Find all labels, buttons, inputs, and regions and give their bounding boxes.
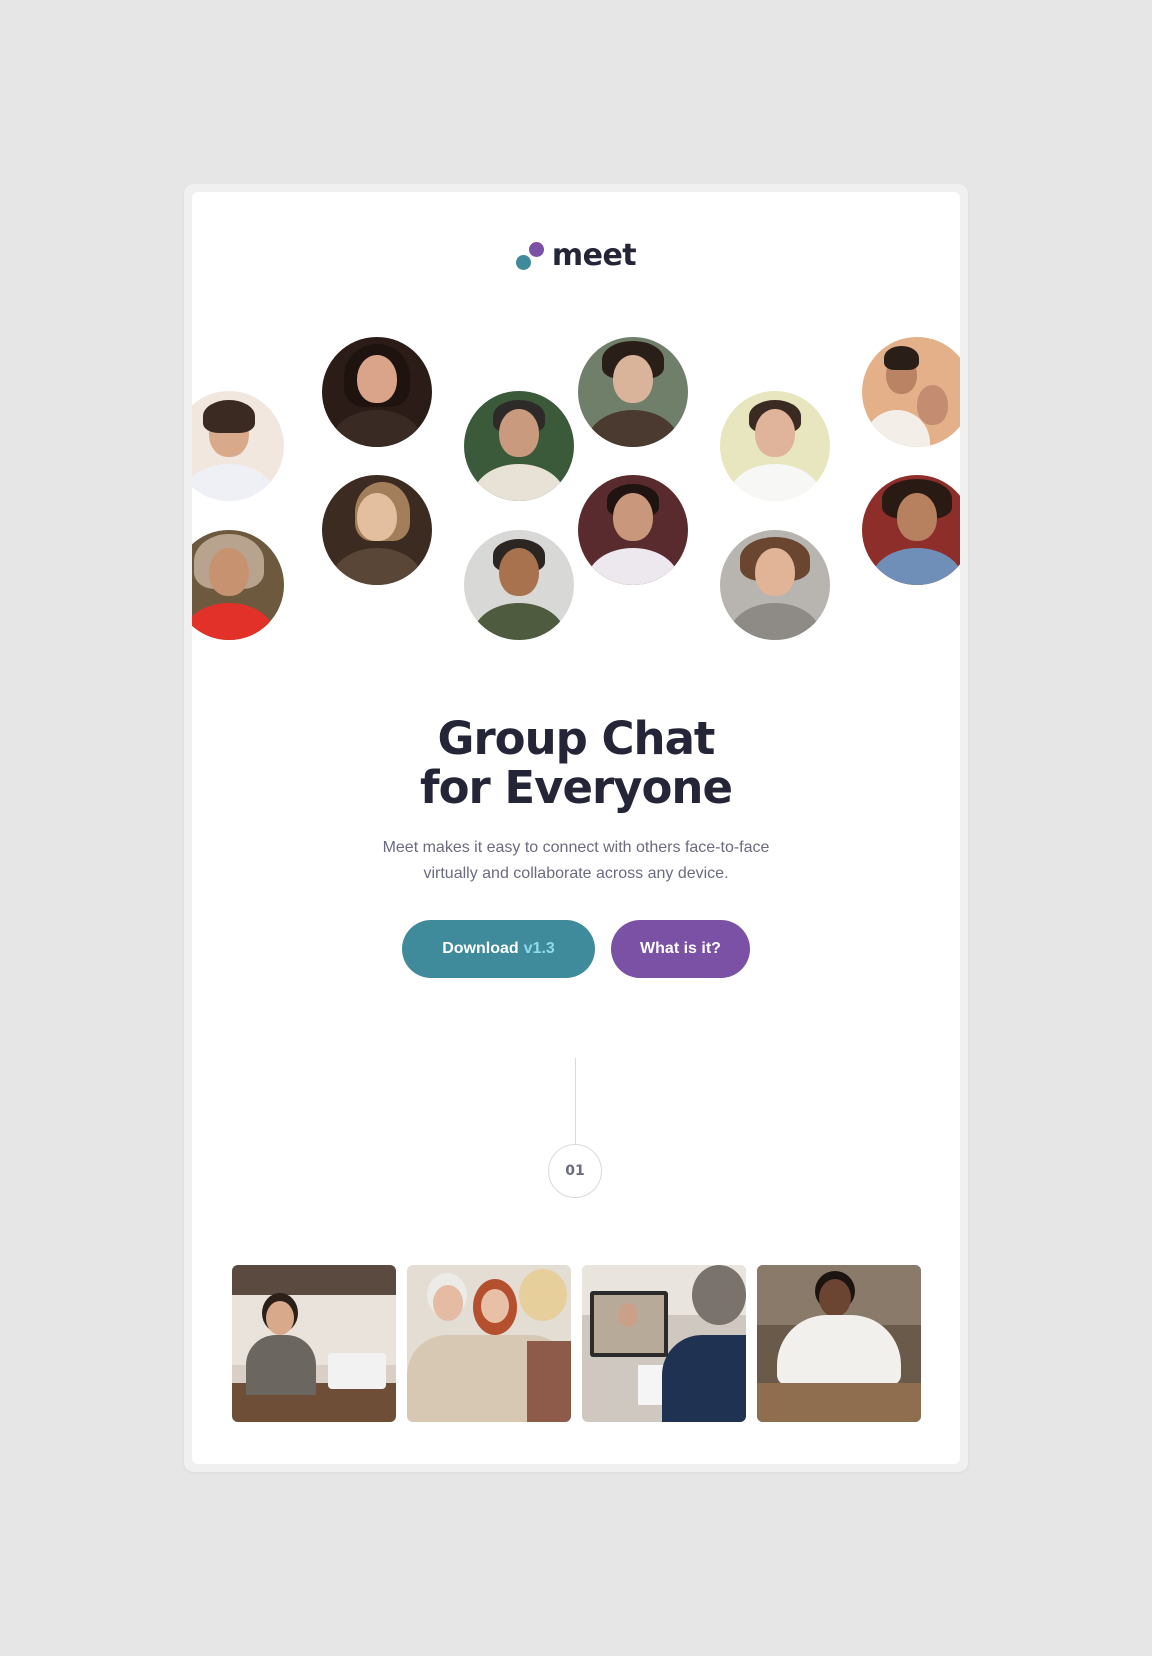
download-button[interactable]: Download v1.3 bbox=[402, 920, 595, 978]
what-is-it-label: What is it? bbox=[640, 940, 721, 957]
photo-women-looking-at-phone bbox=[407, 1265, 571, 1422]
photo-woman-laptop-kitchen bbox=[232, 1265, 396, 1422]
avatar-older-man-smiling bbox=[464, 530, 574, 640]
photo-man-texting-on-phone bbox=[757, 1265, 921, 1422]
brand-name: meet bbox=[551, 238, 637, 273]
avatar-man-sunglasses bbox=[578, 337, 688, 447]
headline-line-1: Group Chat bbox=[437, 712, 716, 765]
download-label: Download bbox=[442, 940, 519, 957]
what-is-it-button[interactable]: What is it? bbox=[611, 920, 750, 978]
photo-gallery bbox=[232, 1265, 921, 1422]
step-number-badge: 01 bbox=[548, 1144, 602, 1198]
avatar-woman-denim-jacket bbox=[862, 475, 960, 585]
avatar-couple-autumn bbox=[862, 337, 960, 447]
brand-logo[interactable]: meet bbox=[192, 238, 960, 273]
avatar-woman-sunlight-shadows bbox=[322, 475, 432, 585]
download-version: v1.3 bbox=[523, 940, 555, 957]
avatar-woman-smiling-dark-hair bbox=[322, 337, 432, 447]
email-card: meet Group Chat for Everyone Meet makes … bbox=[192, 192, 960, 1464]
hero-description: Meet makes it easy to connect with other… bbox=[382, 839, 770, 882]
avatar-young-man-curly-hair bbox=[720, 530, 830, 640]
photo-man-video-call-laptop bbox=[582, 1265, 746, 1422]
avatar-young-man-white-shirt bbox=[192, 391, 284, 501]
avatar-man-laughing-white-tee bbox=[720, 391, 830, 501]
avatar-man-fur-hood-beard bbox=[192, 530, 284, 640]
avatar-man-glasses-shearling-jacket bbox=[464, 391, 574, 501]
two-dots-logo-icon bbox=[515, 241, 544, 271]
avatar-man-flowers-background bbox=[578, 475, 688, 585]
hero-headline: Group Chat for Everyone bbox=[192, 714, 960, 812]
headline-line-2: for Everyone bbox=[420, 761, 733, 814]
step-connector-line bbox=[575, 1058, 576, 1146]
